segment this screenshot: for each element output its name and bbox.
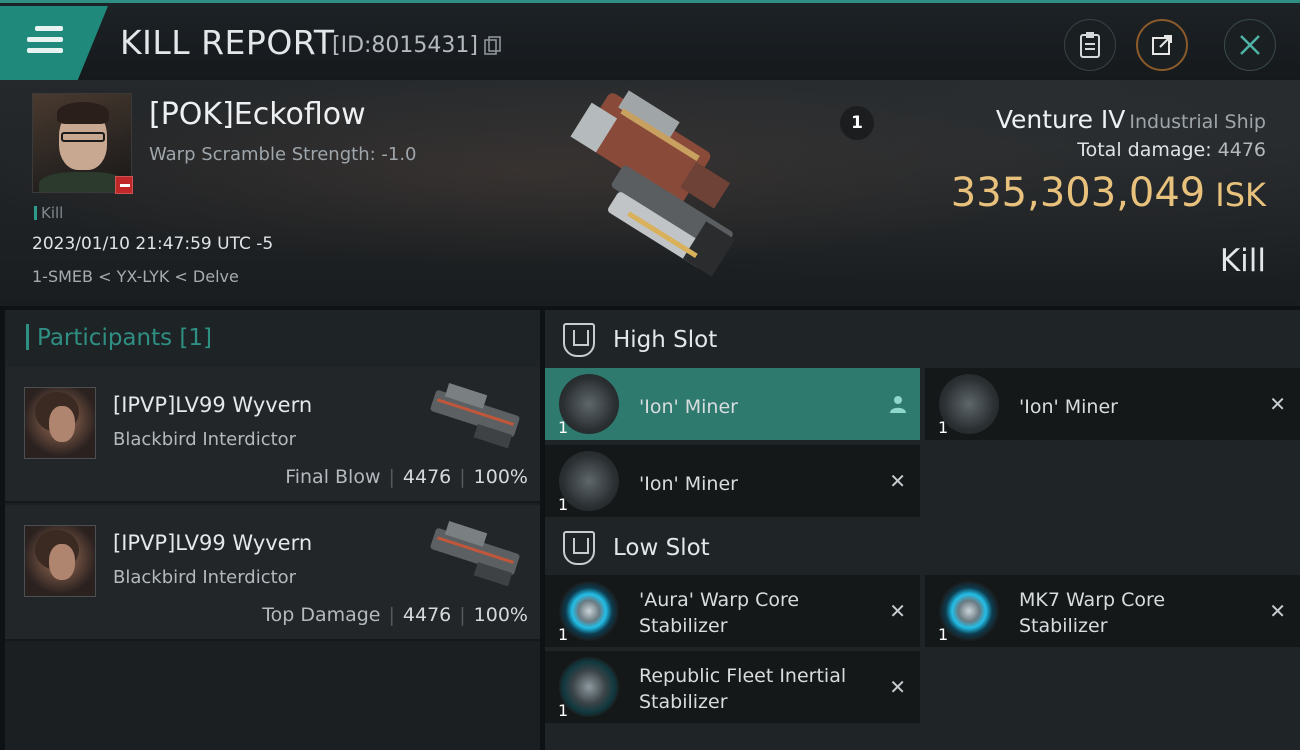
total-damage-value: 4476: [1217, 139, 1266, 161]
kill-tag: Kill: [34, 204, 63, 222]
total-damage-label: Total damage:: [1077, 139, 1212, 161]
participants-panel: Participants [1] [IPVP]LV99 Wyvern Black…: [5, 310, 540, 750]
close-button[interactable]: [1224, 19, 1276, 71]
participant-ship-image: [430, 521, 520, 587]
low-slot-header: Low Slot: [545, 520, 1300, 576]
module-qty: 1: [558, 701, 569, 720]
participants-header: Participants [1]: [5, 310, 540, 367]
participants-title: Participants [1]: [26, 324, 212, 351]
high-slot-title: High Slot: [613, 327, 718, 353]
participant-portrait[interactable]: [24, 525, 96, 597]
participant-role: Final Blow: [285, 466, 381, 488]
copy-icon[interactable]: [484, 36, 502, 56]
module-name: 'Ion' Miner: [639, 396, 738, 418]
participant-name[interactable]: [IPVP]LV99 Wyvern: [113, 393, 312, 417]
hostile-status-icon: [115, 176, 133, 194]
user-icon: [890, 396, 906, 413]
module-name: 'Ion' Miner: [1019, 396, 1118, 418]
participant-name[interactable]: [IPVP]LV99 Wyvern: [113, 531, 312, 555]
high-slot-icon: [563, 323, 595, 357]
participant-row[interactable]: [IPVP]LV99 Wyvern Blackbird Interdictor …: [5, 505, 540, 641]
isk-amount: 335,303,049: [950, 170, 1206, 216]
destroyed-x-icon: ✕: [1269, 599, 1286, 623]
page-title: KILL REPORT: [120, 23, 335, 62]
module-qty: 1: [558, 495, 569, 514]
clipboard-button[interactable]: [1064, 19, 1116, 71]
victim-name[interactable]: [POK]Eckoflow: [149, 97, 366, 132]
destroyed-x-icon: ✕: [889, 469, 906, 493]
attacker-count-badge: 1: [840, 106, 874, 140]
participant-percent: 100%: [473, 604, 528, 626]
module-name: Republic Fleet Inertial Stabilizer: [639, 665, 847, 713]
isk-unit: ISK: [1215, 176, 1266, 214]
kill-datetime: 2023/01/10 21:47:59 UTC -5: [32, 234, 274, 254]
ship-name-text: Venture IV: [995, 105, 1126, 134]
participant-damage: 4476: [402, 604, 452, 626]
participant-row[interactable]: [IPVP]LV99 Wyvern Blackbird Interdictor …: [5, 367, 540, 503]
module-item[interactable]: 1 'Ion' Miner ✕: [925, 368, 1300, 440]
module-name: 'Ion' Miner: [639, 473, 738, 495]
hamburger-menu-icon: [27, 26, 63, 59]
participant-stats: Final Blow | 4476 | 100%: [285, 466, 528, 488]
report-id: [ID:8015431]: [332, 33, 478, 58]
module-item[interactable]: 1 Republic Fleet Inertial Stabilizer ✕: [545, 651, 920, 723]
participant-stats: Top Damage | 4476 | 100%: [262, 604, 528, 626]
module-qty: 1: [558, 418, 569, 437]
participant-ship-image: [430, 383, 520, 449]
module-name: 'Aura' Warp Core Stabilizer: [639, 589, 800, 637]
share-icon: [1152, 35, 1172, 55]
high-slot-header: High Slot: [545, 312, 1300, 368]
module-qty: 1: [558, 625, 569, 644]
fitting-panel: High Slot 1 'Ion' Miner 1 'Ion' Miner ✕ …: [545, 310, 1300, 750]
module-item[interactable]: 1 'Aura' Warp Core Stabilizer ✕: [545, 575, 920, 647]
destroyed-x-icon: ✕: [889, 599, 906, 623]
participant-portrait[interactable]: [24, 387, 96, 459]
module-qty: 1: [938, 625, 949, 644]
victim-panel: [POK]Eckoflow Warp Scramble Strength: -1…: [0, 80, 1300, 306]
participant-role: Top Damage: [262, 604, 381, 626]
module-item[interactable]: 1 MK7 Warp Core Stabilizer ✕: [925, 575, 1300, 647]
top-bar: KILL REPORT [ID:8015431]: [0, 0, 1300, 80]
destroyed-x-icon: ✕: [1269, 392, 1286, 416]
victim-ship-image: [570, 90, 736, 277]
warp-scramble-strength: Warp Scramble Strength: -1.0: [149, 144, 417, 165]
isk-value: 335,303,049 ISK: [951, 170, 1266, 216]
participant-ship: Blackbird Interdictor: [113, 429, 297, 450]
module-item[interactable]: 1 'Ion' Miner ✕: [545, 445, 920, 517]
participant-damage: 4476: [402, 466, 452, 488]
low-slot-title: Low Slot: [613, 535, 710, 561]
share-button[interactable]: [1136, 19, 1188, 71]
participant-percent: 100%: [473, 466, 528, 488]
menu-button[interactable]: [0, 6, 108, 80]
low-slot-icon: [563, 531, 595, 565]
module-qty: 1: [938, 418, 949, 437]
victim-ship-name[interactable]: Venture IV Industrial Ship: [996, 105, 1266, 134]
kill-result: Kill: [1219, 243, 1266, 279]
kill-location[interactable]: 1-SMEB < YX-LYK < Delve: [32, 267, 239, 286]
destroyed-x-icon: ✕: [889, 675, 906, 699]
total-damage: Total damage: 4476: [1077, 139, 1266, 161]
module-item[interactable]: 1 'Ion' Miner: [545, 368, 920, 440]
module-name: MK7 Warp Core Stabilizer: [1019, 589, 1166, 637]
close-icon: [1240, 35, 1260, 55]
clipboard-icon: [1080, 32, 1100, 58]
participant-ship: Blackbird Interdictor: [113, 567, 297, 588]
ship-class-text: Industrial Ship: [1129, 111, 1266, 133]
